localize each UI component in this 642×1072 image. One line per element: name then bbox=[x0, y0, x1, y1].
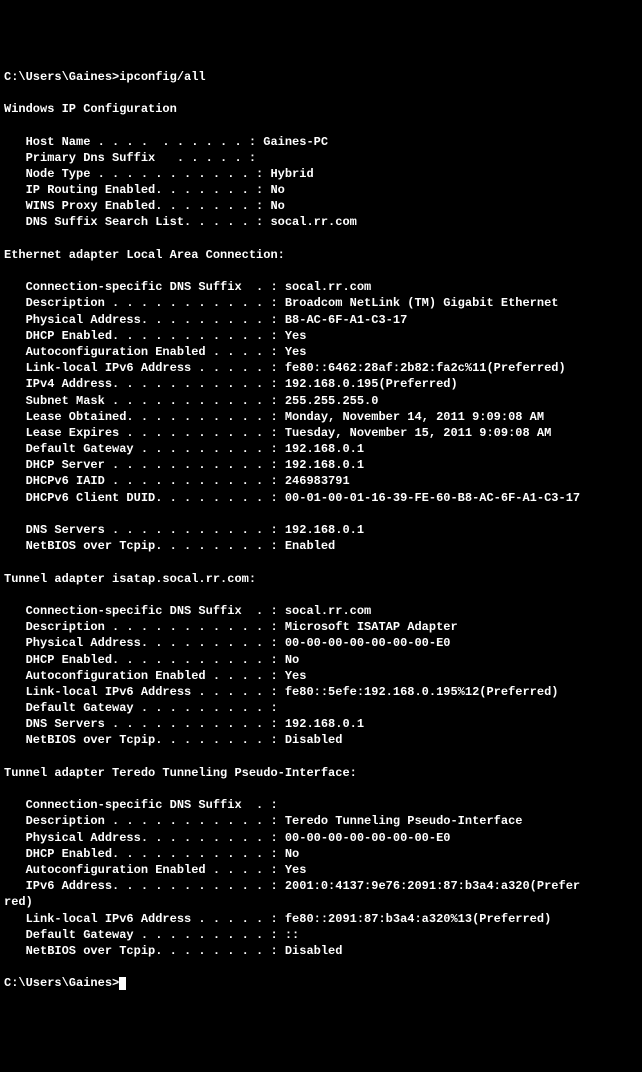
eth-lease-obtained-line: Lease Obtained. . . . . . . . . . : Mond… bbox=[4, 410, 544, 424]
isatap-autoconfig-line: Autoconfiguration Enabled . . . . : Yes bbox=[4, 669, 306, 683]
eth-dhcpv6-duid-line: DHCPv6 Client DUID. . . . . . . . : 00-0… bbox=[4, 491, 580, 505]
eth-dhcp-enabled-line: DHCP Enabled. . . . . . . . . . . : Yes bbox=[4, 329, 306, 343]
eth-conn-suffix-line: Connection-specific DNS Suffix . : socal… bbox=[4, 280, 371, 294]
teredo-description-line: Description . . . . . . . . . . . : Tere… bbox=[4, 814, 522, 828]
terminal-output[interactable]: C:\Users\Gaines>ipconfig/all Windows IP … bbox=[4, 69, 638, 992]
dns-suffix-search-line: DNS Suffix Search List. . . . . : socal.… bbox=[4, 215, 357, 229]
isatap-description-line: Description . . . . . . . . . . . : Micr… bbox=[4, 620, 458, 634]
teredo-default-gateway-line: Default Gateway . . . . . . . . . : :: bbox=[4, 928, 299, 942]
isatap-physical-address-line: Physical Address. . . . . . . . . : 00-0… bbox=[4, 636, 450, 650]
teredo-physical-address-line: Physical Address. . . . . . . . . : 00-0… bbox=[4, 831, 450, 845]
eth-dhcpv6-iaid-line: DHCPv6 IAID . . . . . . . . . . . : 2469… bbox=[4, 474, 350, 488]
eth-dhcp-server-line: DHCP Server . . . . . . . . . . . : 192.… bbox=[4, 458, 364, 472]
eth-dns-servers-line: DNS Servers . . . . . . . . . . . : 192.… bbox=[4, 523, 364, 537]
node-type-line: Node Type . . . . . . . . . . . : Hybrid bbox=[4, 167, 314, 181]
teredo-ipv6-address-line: IPv6 Address. . . . . . . . . . . : 2001… bbox=[4, 879, 580, 893]
teredo-netbios-line: NetBIOS over Tcpip. . . . . . . . : Disa… bbox=[4, 944, 342, 958]
eth-netbios-line: NetBIOS over Tcpip. . . . . . . . : Enab… bbox=[4, 539, 335, 553]
isatap-header: Tunnel adapter isatap.socal.rr.com: bbox=[4, 572, 256, 586]
eth-subnet-mask-line: Subnet Mask . . . . . . . . . . . : 255.… bbox=[4, 394, 378, 408]
eth-lease-expires-line: Lease Expires . . . . . . . . . . : Tues… bbox=[4, 426, 551, 440]
isatap-link-local-ipv6-line: Link-local IPv6 Address . . . . . : fe80… bbox=[4, 685, 559, 699]
eth-ipv4-address-line: IPv4 Address. . . . . . . . . . . : 192.… bbox=[4, 377, 458, 391]
command-prompt-line: C:\Users\Gaines>ipconfig/all bbox=[4, 70, 206, 84]
teredo-link-local-ipv6-line: Link-local IPv6 Address . . . . . : fe80… bbox=[4, 912, 551, 926]
teredo-dhcp-enabled-line: DHCP Enabled. . . . . . . . . . . : No bbox=[4, 847, 299, 861]
teredo-conn-suffix-line: Connection-specific DNS Suffix . : bbox=[4, 798, 278, 812]
teredo-autoconfig-line: Autoconfiguration Enabled . . . . : Yes bbox=[4, 863, 306, 877]
wins-proxy-line: WINS Proxy Enabled. . . . . . . : No bbox=[4, 199, 285, 213]
isatap-netbios-line: NetBIOS over Tcpip. . . . . . . . : Disa… bbox=[4, 733, 342, 747]
teredo-ipv6-wrap-line: red) bbox=[4, 895, 33, 909]
command-prompt-ready[interactable]: C:\Users\Gaines> bbox=[4, 976, 119, 990]
isatap-dhcp-enabled-line: DHCP Enabled. . . . . . . . . . . : No bbox=[4, 653, 299, 667]
host-name-line: Host Name . . . . . . . . . . : Gaines-P… bbox=[4, 135, 328, 149]
ethernet-header: Ethernet adapter Local Area Connection: bbox=[4, 248, 285, 262]
eth-description-line: Description . . . . . . . . . . . : Broa… bbox=[4, 296, 559, 310]
eth-link-local-ipv6-line: Link-local IPv6 Address . . . . . : fe80… bbox=[4, 361, 566, 375]
section-header: Windows IP Configuration bbox=[4, 102, 177, 116]
eth-autoconfig-line: Autoconfiguration Enabled . . . . : Yes bbox=[4, 345, 306, 359]
teredo-header: Tunnel adapter Teredo Tunneling Pseudo-I… bbox=[4, 766, 357, 780]
isatap-default-gateway-line: Default Gateway . . . . . . . . . : bbox=[4, 701, 278, 715]
eth-physical-address-line: Physical Address. . . . . . . . . : B8-A… bbox=[4, 313, 407, 327]
primary-dns-suffix-line: Primary Dns Suffix . . . . . : bbox=[4, 151, 256, 165]
isatap-dns-servers-line: DNS Servers . . . . . . . . . . . : 192.… bbox=[4, 717, 364, 731]
isatap-conn-suffix-line: Connection-specific DNS Suffix . : socal… bbox=[4, 604, 371, 618]
ip-routing-line: IP Routing Enabled. . . . . . . : No bbox=[4, 183, 285, 197]
eth-default-gateway-line: Default Gateway . . . . . . . . . : 192.… bbox=[4, 442, 364, 456]
cursor-icon bbox=[119, 977, 126, 990]
